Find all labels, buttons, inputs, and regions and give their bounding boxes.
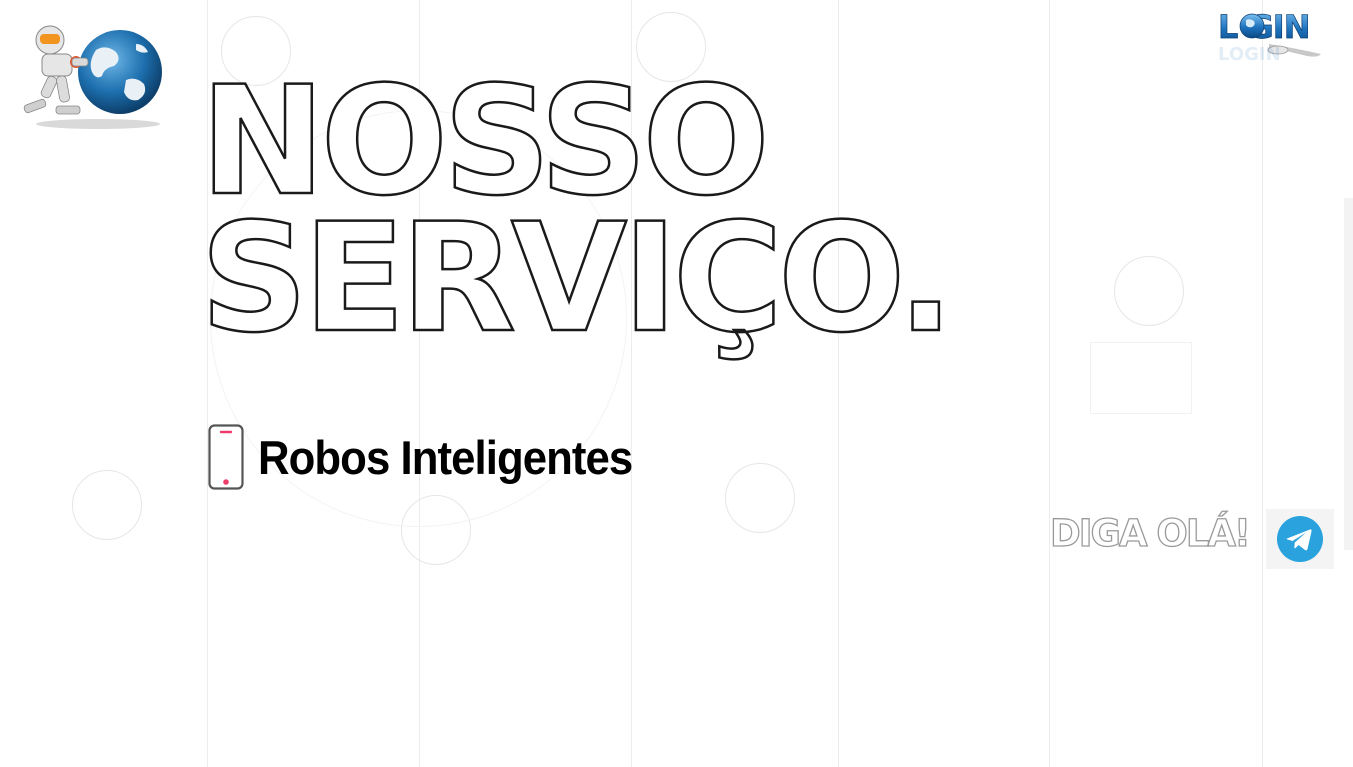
page-title-line-2: SERVIÇO. xyxy=(199,192,956,366)
smartphone-icon xyxy=(208,424,244,490)
page-title: NOSSO SERVIÇO. xyxy=(199,55,956,366)
grid-line xyxy=(1049,0,1050,767)
decorative-circle xyxy=(725,463,795,533)
svg-text:LOGIN: LOGIN xyxy=(1218,44,1281,65)
grid-line xyxy=(1262,0,1263,767)
decorative-rect xyxy=(1090,342,1192,414)
decorative-circle xyxy=(1114,256,1184,326)
scrollbar-track[interactable] xyxy=(1344,198,1353,550)
login-button[interactable]: L GIN LOGIN xyxy=(1214,4,1330,66)
service-label: Robos Inteligentes xyxy=(258,430,633,484)
say-hello-label: DIGA OLÁ! xyxy=(1049,511,1251,555)
page: L GIN LOGIN NOSSO SERVIÇO. Robos Intelig… xyxy=(0,0,1353,767)
telegram-icon xyxy=(1277,516,1323,562)
telegram-button[interactable] xyxy=(1266,509,1334,569)
robot-globe-logo-image xyxy=(23,25,162,129)
page-title-line-1: NOSSO xyxy=(199,55,771,229)
service-item[interactable]: Robos Inteligentes xyxy=(208,423,660,491)
login-button-graphic: L GIN LOGIN xyxy=(1218,8,1321,65)
decorative-circle xyxy=(72,470,142,540)
robot-globe-logo[interactable] xyxy=(18,20,168,132)
